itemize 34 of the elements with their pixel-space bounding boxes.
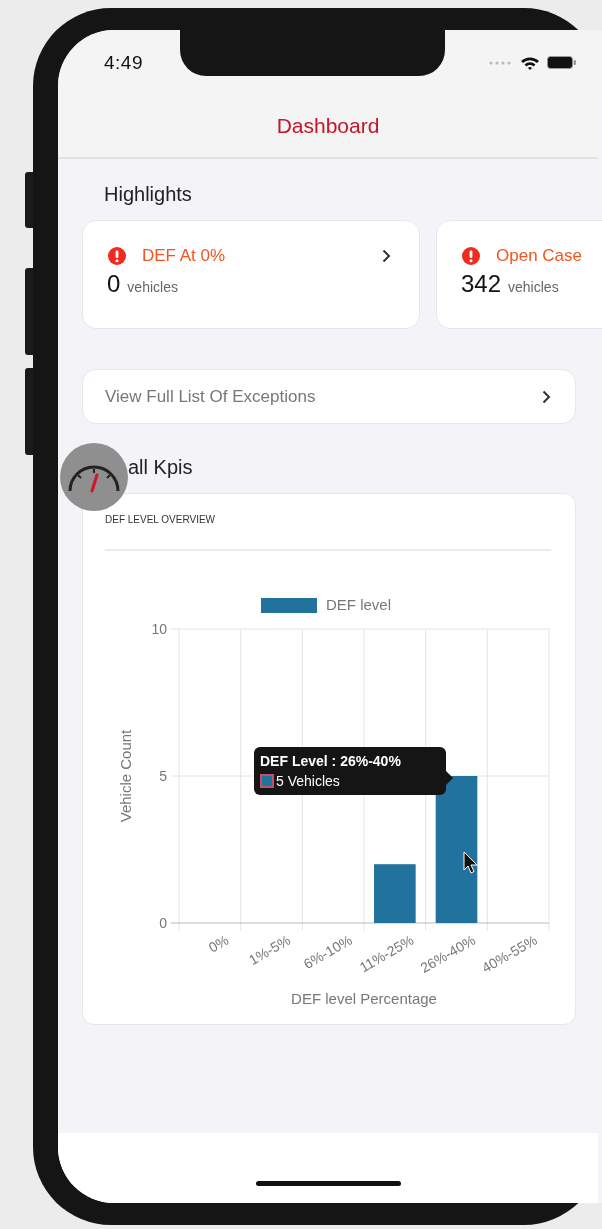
x-tick-label: 0% — [205, 931, 232, 956]
x-axis-title: DEF level Percentage — [291, 990, 437, 1007]
signal-icon — [489, 60, 513, 65]
wifi-icon — [520, 55, 540, 70]
y-tick-label: 5 — [159, 768, 167, 784]
highlight-count: 342 — [461, 270, 502, 298]
tooltip-swatch — [260, 774, 274, 788]
section-title: Highlights — [104, 183, 193, 206]
chart-card-title: DEF LEVEL OVERVIEW — [105, 514, 217, 525]
alert-icon — [107, 246, 127, 266]
legend-swatch — [261, 598, 317, 613]
highlight-card[interactable]: DEF At 0% 0 vehicles — [82, 220, 420, 329]
highlight-title: Open Case — [496, 246, 583, 266]
highlight-card[interactable]: Open Case 342 vehicles — [436, 220, 602, 329]
chevron-right-icon — [382, 249, 391, 263]
highlight-count: 0 — [107, 270, 121, 298]
y-axis-title: Vehicle Count — [117, 729, 134, 823]
highlight-title: DEF At 0% — [142, 246, 227, 266]
page-title: Dashboard — [276, 114, 380, 138]
mouse-cursor-icon — [463, 851, 478, 874]
tooltip-title: DEF Level : 26%-40% — [260, 753, 402, 769]
y-tick-label: 0 — [159, 915, 167, 931]
bar — [374, 864, 416, 923]
chevron-right-icon — [542, 389, 551, 404]
highlight-unit: vehicles — [127, 279, 178, 295]
exceptions-link[interactable]: View Full List Of Exceptions — [82, 369, 576, 424]
tooltip-value: 5 Vehicles — [276, 773, 340, 789]
section-title: all Kpis — [128, 456, 194, 479]
battery-icon — [547, 56, 577, 69]
y-tick-label: 10 — [151, 621, 167, 637]
alert-icon — [461, 246, 481, 266]
status-time: 4:49 — [104, 51, 143, 74]
highlight-unit: vehicles — [508, 279, 559, 295]
legend-label: DEF level — [326, 596, 392, 613]
